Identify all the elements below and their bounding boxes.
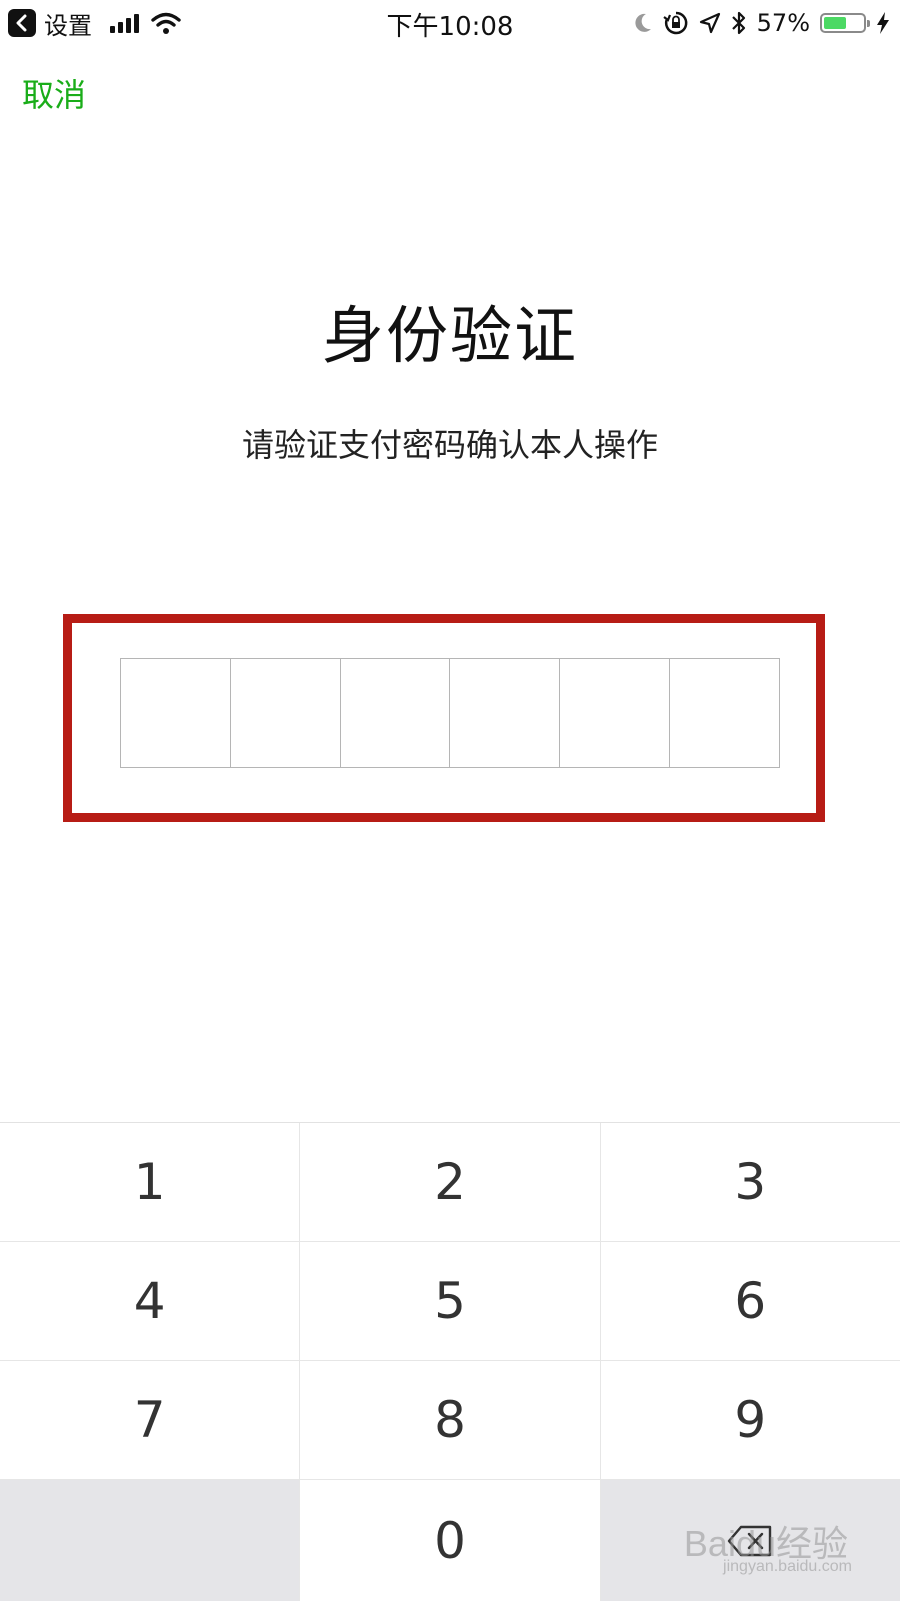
keypad-row: 7 8 9 — [0, 1361, 900, 1480]
battery-percentage: 57% — [756, 9, 810, 37]
keypad-row: 4 5 6 — [0, 1242, 900, 1361]
pin-digit-cell — [231, 659, 341, 767]
key-9[interactable]: 9 — [600, 1361, 900, 1479]
pin-digit-cell — [670, 659, 779, 767]
status-bar: 设置 下午10:08 57% — [0, 0, 900, 46]
pin-digit-cell — [450, 659, 561, 767]
battery-level-fill — [824, 17, 846, 29]
key-blank — [0, 1480, 301, 1601]
location-arrow-icon — [699, 12, 720, 34]
bluetooth-icon — [731, 11, 745, 35]
battery-icon — [820, 13, 870, 33]
keypad-row: 1 2 3 — [0, 1123, 900, 1242]
moon-icon — [635, 13, 651, 32]
key-6[interactable]: 6 — [600, 1242, 900, 1360]
key-3[interactable]: 3 — [600, 1123, 900, 1241]
page-subtitle: 请验证支付密码确认本人操作 — [241, 426, 658, 464]
rotation-lock-icon — [662, 11, 688, 35]
key-2[interactable]: 2 — [300, 1123, 601, 1241]
status-bar-right: 57% — [633, 7, 890, 39]
key-5[interactable]: 5 — [300, 1242, 601, 1360]
key-4[interactable]: 4 — [0, 1242, 301, 1360]
key-0[interactable]: 0 — [300, 1480, 601, 1601]
charging-bolt-icon — [877, 12, 889, 34]
page-title: 身份验证 — [321, 299, 578, 372]
key-8[interactable]: 8 — [300, 1361, 601, 1479]
baidu-watermark-url: jingyan.baidu.com — [723, 1558, 852, 1575]
cancel-button[interactable]: 取消 — [22, 70, 86, 116]
pin-digit-cell — [121, 659, 231, 767]
key-7[interactable]: 7 — [0, 1361, 301, 1479]
key-1[interactable]: 1 — [0, 1123, 301, 1241]
payment-password-input[interactable] — [120, 658, 780, 768]
pin-digit-cell — [341, 659, 451, 767]
pin-digit-cell — [560, 659, 671, 767]
